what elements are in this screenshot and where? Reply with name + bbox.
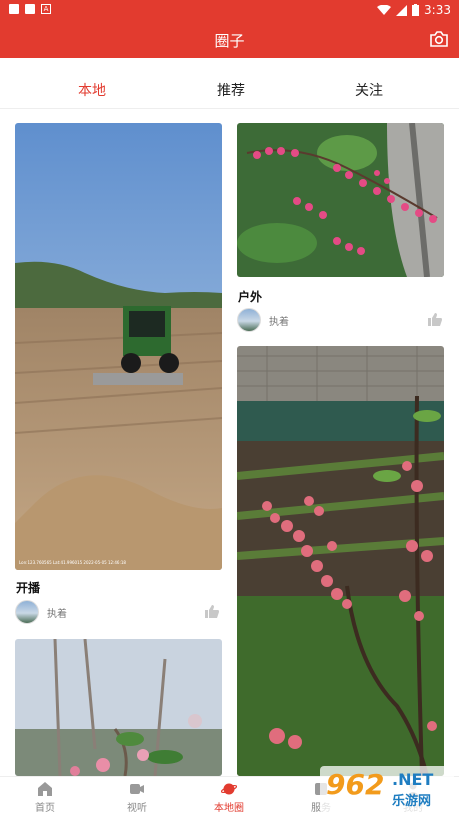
post-image-garden[interactable] (237, 346, 444, 776)
wifi-icon (377, 4, 392, 15)
author-name[interactable]: 执着 (269, 313, 289, 328)
post-image-blossom[interactable] (15, 639, 222, 776)
planet-icon (221, 783, 237, 795)
feed-tabs: 本地 推荐 关注 (0, 72, 459, 109)
system-icons: 3:33 (377, 3, 451, 17)
like-icon[interactable] (205, 605, 219, 618)
watermark-net: .NET (392, 770, 434, 789)
post-caption[interactable]: 户外 (238, 288, 262, 305)
notification-icon (25, 4, 35, 14)
a-icon: A (41, 4, 51, 14)
post-caption[interactable]: 开播 (16, 579, 40, 596)
post-author[interactable]: 执着 (237, 308, 289, 332)
avatar[interactable] (237, 308, 261, 332)
video-icon (130, 784, 144, 794)
page-title: 圈子 (214, 32, 245, 50)
post-author[interactable]: 执着 (15, 600, 67, 624)
nav-label: 视听 (127, 803, 147, 814)
watermark-sub: 乐游网 (392, 794, 432, 809)
avatar[interactable] (15, 600, 39, 624)
post-image-tractor[interactable]: Lon:123.760565 Lat:41.996015 2022-05-05 … (15, 123, 222, 570)
like-icon[interactable] (428, 313, 442, 326)
app-header: 圈子 (0, 20, 459, 58)
post-image-flowers[interactable] (237, 123, 444, 277)
nav-home[interactable]: 首页 (15, 781, 75, 814)
nav-label: 本地圈 (214, 803, 244, 814)
home-icon (38, 782, 52, 796)
status-bar: A 3:33 (0, 0, 459, 20)
notification-area: A (9, 4, 51, 14)
battery-icon (412, 4, 420, 16)
tab-following[interactable]: 关注 (355, 80, 383, 100)
nav-video[interactable]: 视听 (107, 781, 167, 814)
tab-recommended[interactable]: 推荐 (217, 80, 245, 100)
tab-local[interactable]: 本地 (78, 80, 106, 100)
status-time: 3:33 (424, 3, 451, 17)
site-watermark: 962 .NET 乐游网 (320, 766, 454, 812)
camera-icon[interactable] (429, 29, 449, 49)
nav-label: 首页 (35, 803, 55, 814)
notification-icon (9, 4, 19, 14)
author-name[interactable]: 执着 (47, 605, 67, 620)
watermark-number: 962 (326, 768, 385, 801)
nav-local-circle[interactable]: 本地圈 (199, 781, 259, 814)
photo-gps-stamp: Lon:123.760565 Lat:41.996015 2022-05-05 … (19, 560, 126, 565)
signal-icon (396, 4, 408, 16)
